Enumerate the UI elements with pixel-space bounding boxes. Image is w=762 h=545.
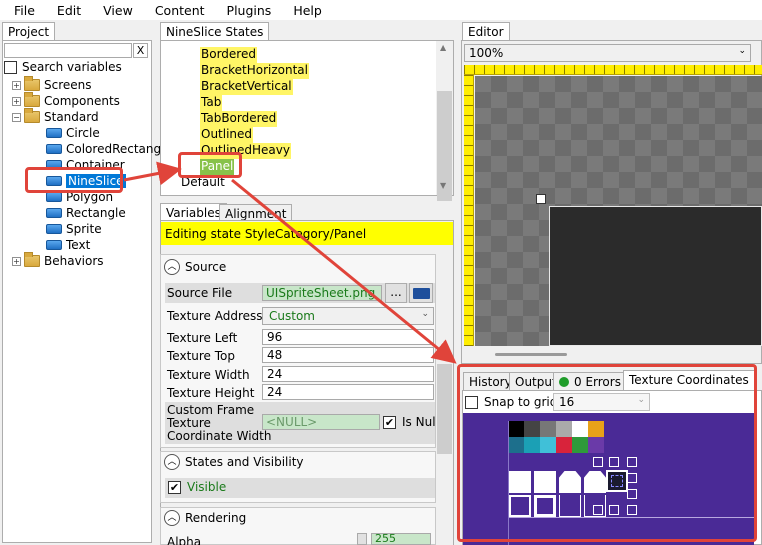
component-icon [46, 192, 62, 202]
texture-top-field[interactable]: 48 [262, 347, 434, 363]
menu-bar: File Edit View Content Plugins Help [0, 0, 762, 20]
annotation-nineslice-box [25, 167, 123, 193]
tree-item-screens[interactable]: + Screens [12, 76, 92, 93]
expand-icon[interactable]: + [12, 80, 21, 90]
tab-nineslice-states[interactable]: NineSlice States [160, 22, 270, 40]
vertical-ruler [464, 75, 474, 346]
open-folder-button[interactable] [409, 283, 433, 303]
texture-height-field[interactable]: 24 [262, 384, 434, 400]
horizontal-ruler [464, 65, 762, 75]
annotation-panel-box [178, 152, 242, 178]
collapse-icon[interactable]: ︿ [164, 510, 180, 526]
expand-icon[interactable]: + [12, 96, 21, 106]
horizontal-scrollbar[interactable] [495, 353, 567, 356]
search-variables-checkbox[interactable] [4, 60, 17, 74]
chevron-down-icon: ⌄ [421, 309, 429, 319]
editing-state-banner: Editing state StyleCategory/Panel [161, 222, 453, 245]
folder-icon [24, 108, 40, 123]
nineslice-instance[interactable] [549, 206, 762, 346]
texture-width-label: Texture Width [167, 368, 250, 382]
state-item[interactable]: BracketVertical [200, 79, 293, 95]
menu-help[interactable]: Help [279, 3, 330, 18]
tab-editor[interactable]: Editor [462, 22, 510, 40]
collapse-icon[interactable]: ︿ [164, 259, 180, 275]
source-group-header[interactable]: ︿ Source [164, 259, 226, 275]
component-icon [46, 128, 62, 138]
tree-item-coloredrectangle[interactable]: ColoredRectangle [46, 141, 172, 157]
expand-icon[interactable]: + [12, 256, 21, 266]
texture-address-select[interactable]: Custom ⌄ [262, 307, 434, 325]
is-null-option[interactable]: ✔ Is Null [383, 415, 439, 429]
tab-project[interactable]: Project [2, 22, 56, 40]
alpha-slider-thumb[interactable] [357, 533, 367, 545]
zoom-select[interactable]: 100% ⌄ [464, 44, 751, 62]
state-item[interactable]: Bordered [200, 47, 257, 63]
texture-top-label: Texture Top [167, 349, 235, 363]
texture-address-label: Texture Address [167, 309, 263, 323]
folder-icon [24, 76, 40, 91]
tree-item-components[interactable]: + Components [12, 92, 120, 109]
texture-left-label: Texture Left [167, 331, 238, 345]
custom-frame-field[interactable]: <NULL> [262, 414, 380, 430]
tree-item-standard[interactable]: − Standard [12, 108, 99, 125]
visible-checkbox[interactable]: ✔ [168, 480, 181, 494]
variables-scrollbar[interactable] [436, 254, 453, 545]
chevron-down-icon: ⌄ [738, 46, 746, 56]
rendering-header[interactable]: ︿ Rendering [164, 510, 246, 526]
resize-handle[interactable] [536, 194, 546, 204]
tree-item-text[interactable]: Text [46, 237, 90, 253]
menu-edit[interactable]: Edit [43, 3, 89, 18]
tab-variables[interactable]: Variables [160, 203, 227, 221]
texture-left-field[interactable]: 96 [262, 329, 434, 345]
menu-plugins[interactable]: Plugins [213, 3, 280, 18]
tree-item-circle[interactable]: Circle [46, 125, 100, 141]
alpha-label: Alpha [167, 535, 202, 545]
tree-item-sprite[interactable]: Sprite [46, 221, 102, 237]
texture-height-label: Texture Height [167, 386, 255, 400]
state-item[interactable]: BracketHorizontal [200, 63, 309, 79]
annotation-texture-coords-box [457, 364, 757, 542]
folder-icon [24, 252, 40, 267]
source-file-field[interactable]: UISpriteSheet.png [262, 285, 382, 301]
search-variables-option[interactable]: Search variables [4, 60, 122, 74]
source-file-label: Source File [167, 286, 233, 300]
texture-width-field[interactable]: 24 [262, 366, 434, 382]
search-input[interactable] [4, 43, 132, 58]
alpha-field[interactable]: 255 [371, 533, 431, 545]
states-scrollbar[interactable]: ▲ ▼ [436, 41, 453, 201]
visible-option[interactable]: ✔ Visible [168, 480, 226, 494]
browse-button[interactable]: ... [385, 283, 407, 303]
folder-icon [24, 92, 40, 107]
menu-file[interactable]: File [0, 3, 43, 18]
collapse-icon[interactable]: − [12, 112, 21, 122]
component-icon [46, 208, 62, 218]
collapse-icon[interactable]: ︿ [164, 454, 180, 470]
state-item[interactable]: Outlined [200, 127, 254, 143]
scroll-thumb[interactable] [437, 364, 452, 454]
tree-item-rectangle[interactable]: Rectangle [46, 205, 126, 221]
is-null-checkbox[interactable]: ✔ [383, 415, 396, 429]
state-item[interactable]: TabBordered [200, 111, 278, 127]
states-visibility-header[interactable]: ︿ States and Visibility [164, 454, 304, 470]
tree-item-behaviors[interactable]: + Behaviors [12, 252, 104, 269]
menu-view[interactable]: View [89, 3, 141, 18]
clear-search-button[interactable]: X [133, 43, 148, 58]
component-icon [46, 144, 62, 154]
menu-content[interactable]: Content [141, 3, 213, 18]
component-icon [46, 240, 62, 250]
state-item[interactable]: Tab [200, 95, 223, 111]
search-variables-label: Search variables [22, 60, 122, 74]
folder-open-icon [413, 288, 430, 299]
component-icon [46, 224, 62, 234]
custom-frame-label: Custom Frame Texture Coordinate Width [167, 403, 272, 443]
